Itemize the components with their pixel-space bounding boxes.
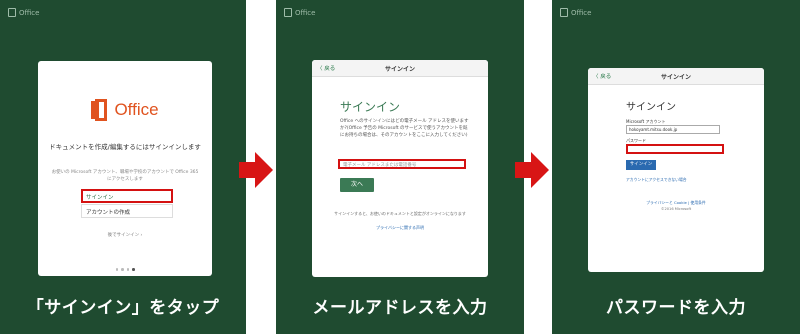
password-input[interactable]: [626, 144, 724, 154]
cant-access-link[interactable]: アカウントにアクセスできない場合: [626, 177, 687, 183]
nav-title: サインイン: [384, 66, 415, 73]
nav-bar: 〈 戻る サインイン: [312, 60, 488, 77]
brand-label: Office: [19, 8, 40, 17]
password-signin-card: 〈 戻る サインイン サインイン Microsoft アカウント hokoyam…: [588, 68, 764, 272]
signin-later-link[interactable]: 後でサインイン ›: [38, 232, 212, 238]
office-icon: [284, 8, 292, 17]
privacy-link[interactable]: プライバシーに関する声明: [312, 225, 488, 231]
page-heading: サインイン: [340, 100, 401, 114]
email-description: Office へのサインインにはどの電子メール アドレスを使いますか?(Offi…: [340, 119, 469, 138]
nav-bar: 〈 戻る サインイン: [588, 68, 764, 85]
office-logo-text: Office: [114, 100, 159, 119]
page-indicator: [38, 268, 212, 271]
office-icon: [560, 8, 568, 17]
office-brand: Office: [560, 8, 591, 17]
step3-panel: Office 〈 戻る サインイン サインイン Microsoft アカウント …: [552, 0, 800, 334]
office-logo-icon: [91, 99, 109, 121]
brand-label: Office: [571, 8, 592, 17]
signin-prompt-title: ドキュメントを作成/編集するにはサインインします: [49, 143, 201, 151]
signin-button[interactable]: サインイン: [81, 189, 173, 203]
signin-footer-note: サインインすると、お使いのドキュメントと設定がオンラインになります: [334, 211, 466, 216]
office-brand: Office: [284, 8, 315, 17]
signin-prompt-subtitle: お使いの Microsoft アカウント、職場や学校のアカウントで Office…: [51, 170, 199, 182]
email-signin-card: 〈 戻る サインイン サインイン Office へのサインインにはどの電子メール…: [312, 60, 488, 277]
nav-title: サインイン: [660, 74, 691, 81]
step3-caption: パスワードを入力: [606, 298, 746, 318]
create-account-button[interactable]: アカウントの作成: [81, 204, 173, 218]
signin-button[interactable]: サインイン: [626, 160, 656, 170]
account-field[interactable]: hokoyamt.mitsu.dook.jp: [626, 125, 720, 134]
brand-label: Office: [295, 8, 316, 17]
privacy-terms-link[interactable]: プライバシーと Cookie | 使用条件: [588, 200, 764, 206]
office-brand: Office: [8, 8, 39, 17]
step2-panel: Office 〈 戻る サインイン サインイン Office へのサインインには…: [276, 0, 524, 334]
arrow-right-icon: [239, 152, 273, 188]
page-heading: サインイン: [626, 102, 676, 113]
copyright-text: ©2016 Microsoft: [660, 207, 692, 211]
next-button[interactable]: 次へ: [340, 178, 374, 192]
office-logo: Office: [38, 99, 212, 121]
arrow-right-icon: [515, 152, 549, 188]
step1-panel: Office Office ドキュメントを作成/編集するにはサインインします お…: [0, 0, 246, 334]
office-signin-card: Office ドキュメントを作成/編集するにはサインインします お使いの Mic…: [38, 61, 212, 276]
step1-caption: 「サインイン」をタップ: [26, 298, 220, 318]
step2-caption: メールアドレスを入力: [312, 298, 488, 318]
office-icon: [8, 8, 16, 17]
email-input[interactable]: 電子メール アドレスまたは電話番号: [338, 159, 466, 169]
